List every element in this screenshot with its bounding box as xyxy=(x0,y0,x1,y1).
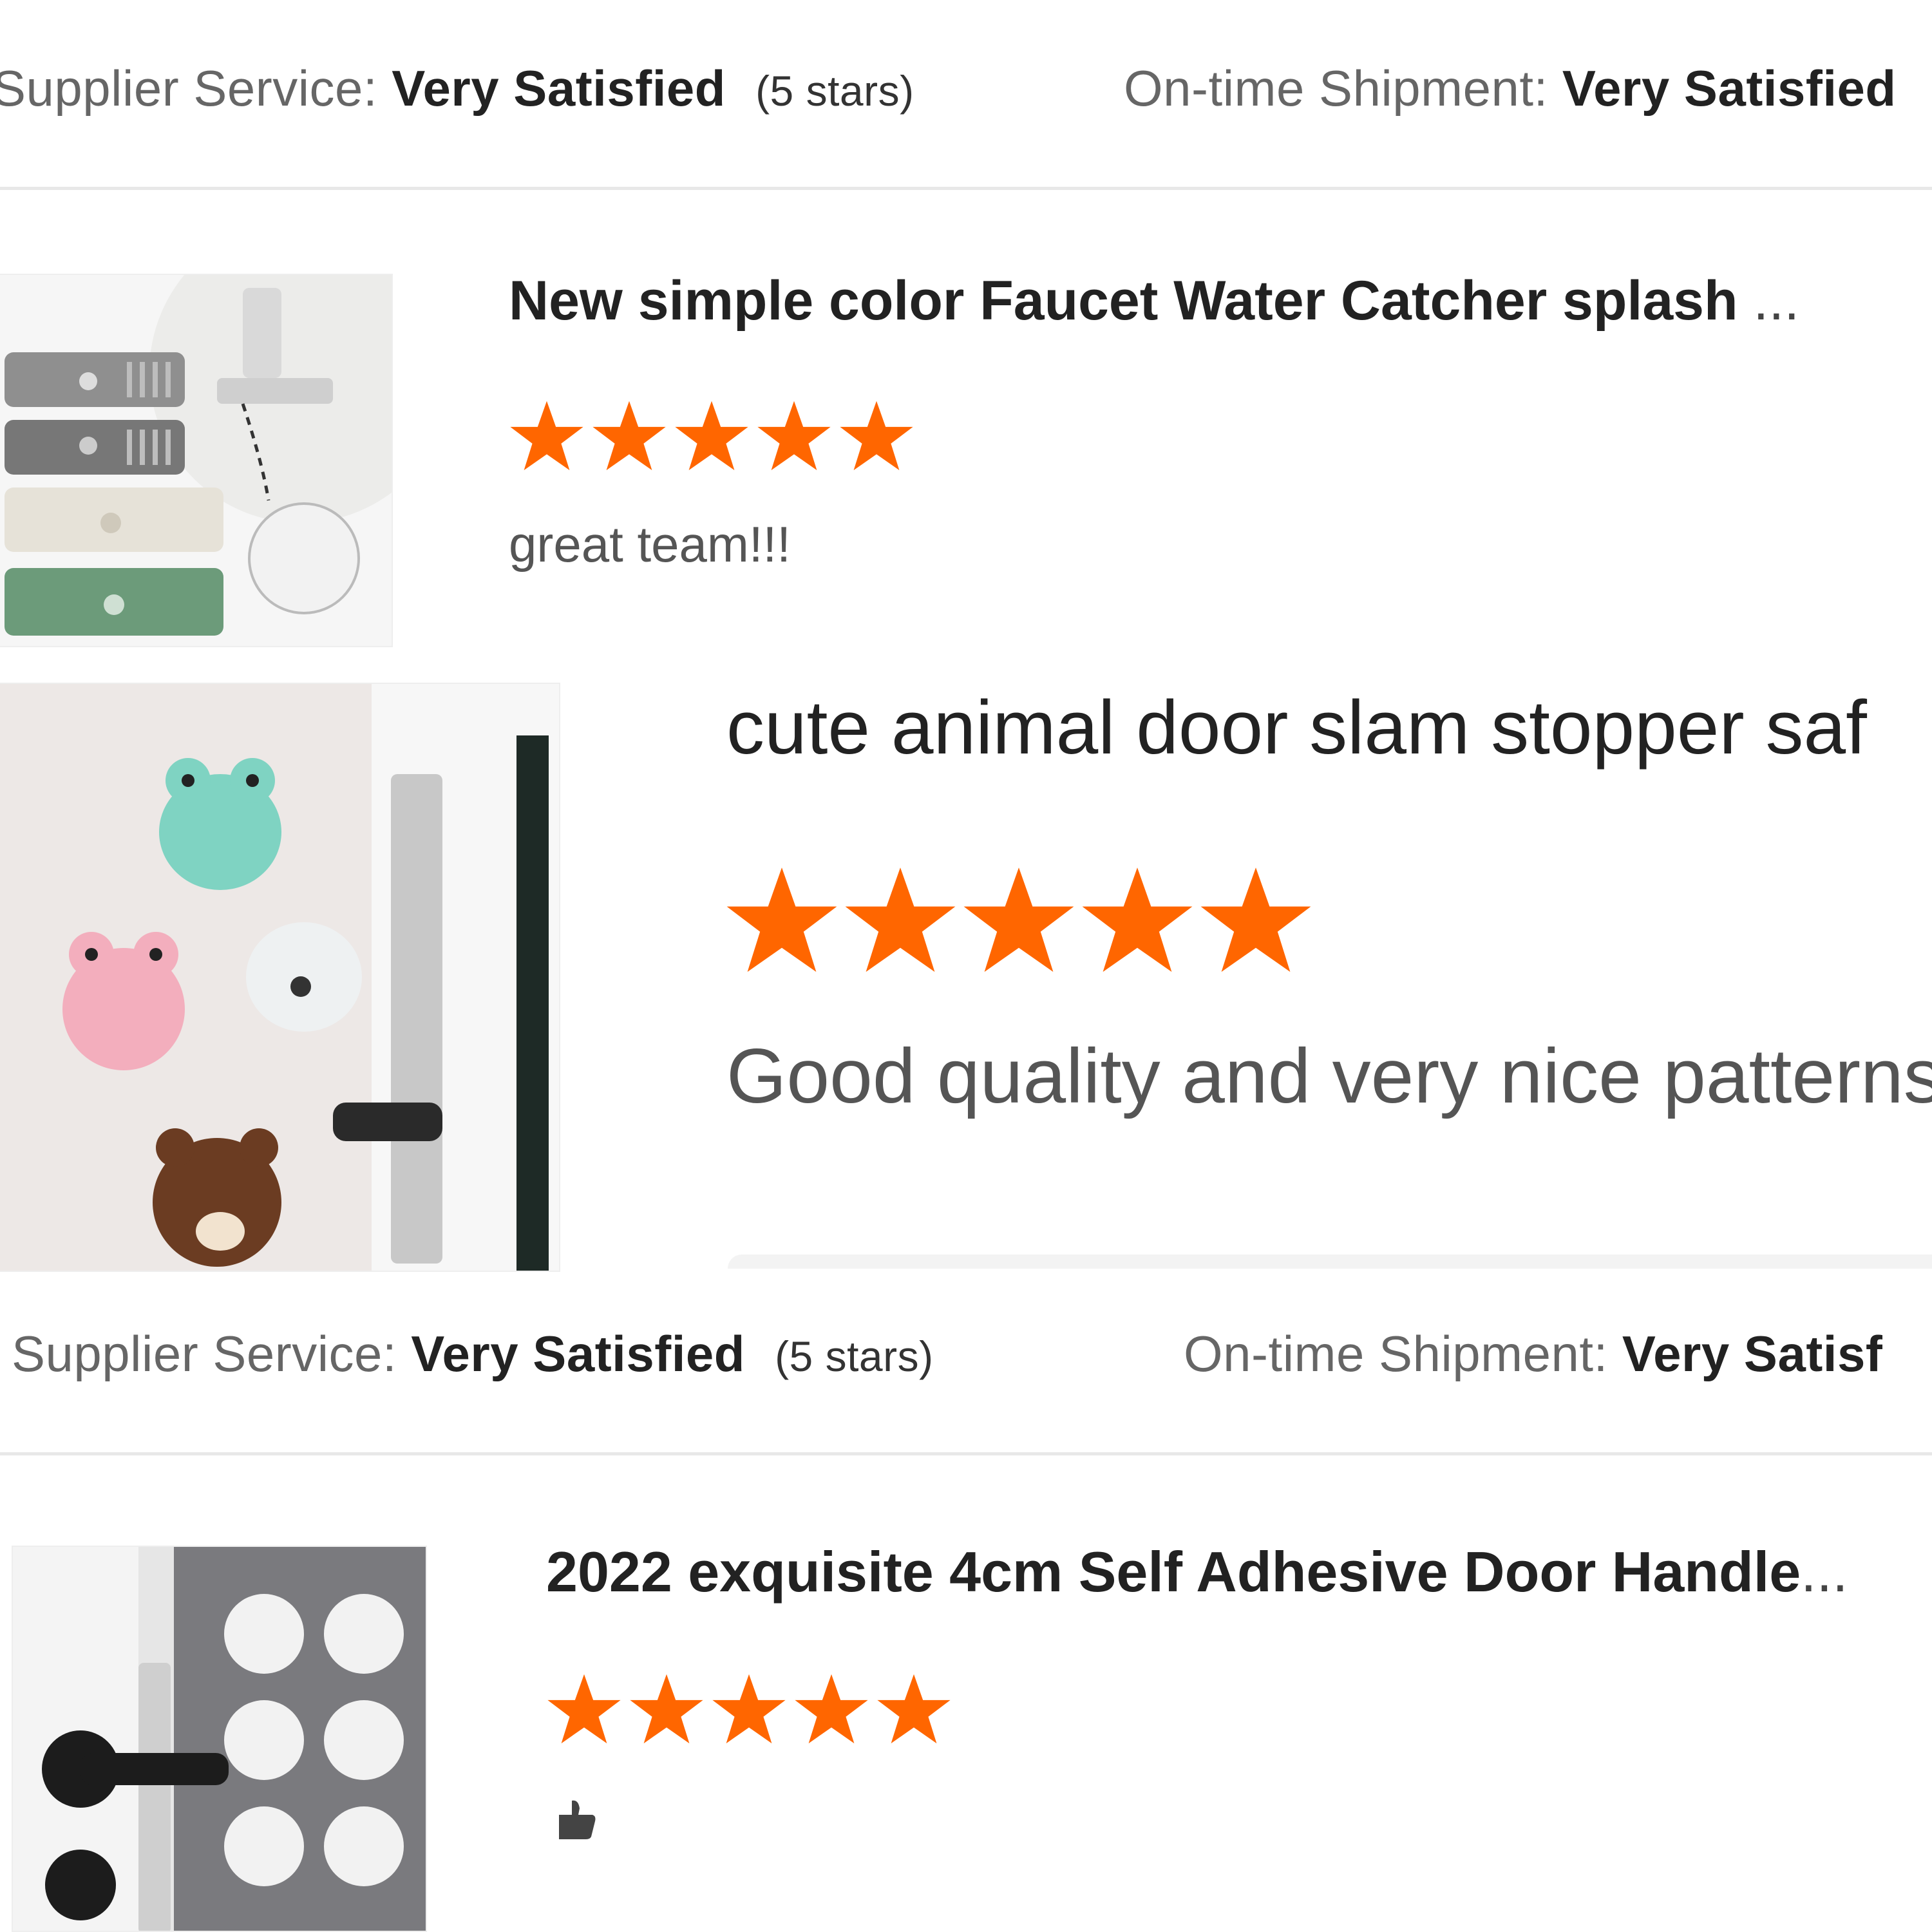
review-stars-3 xyxy=(546,1671,958,1747)
star-icon xyxy=(546,1671,622,1747)
supplier-service-label: Supplier Service: xyxy=(12,1325,397,1382)
shipment-rating-row: On-time Shipment: Very Satisf xyxy=(1184,1325,1882,1383)
animal-door-stopper-product-image[interactable] xyxy=(0,683,560,1272)
door-bumper-product-image[interactable] xyxy=(12,1546,427,1932)
supplier-service-stars-note: (5 stars) xyxy=(775,1332,934,1380)
star-icon xyxy=(674,398,750,474)
star-icon xyxy=(629,1671,705,1747)
star-icon xyxy=(961,863,1076,978)
star-icon xyxy=(793,1671,869,1747)
review-title-3[interactable]: 2022 exquisite 4cm Self Adhesive Door Ha… xyxy=(546,1539,1848,1605)
supplier-rating-row: Supplier Service: Very Satisfied (5 star… xyxy=(12,1325,934,1383)
supplier-service-stars-note: (5 stars) xyxy=(755,67,914,115)
review-stars-2 xyxy=(724,863,1317,978)
shipment-value: Very Satisfied xyxy=(1562,60,1897,117)
review-title-1[interactable]: New simple color Faucet Water Catcher sp… xyxy=(509,269,1799,333)
shipment-value: Very Satisf xyxy=(1622,1325,1883,1382)
review-footer-bar xyxy=(728,1255,1932,1269)
supplier-rating-row: Supplier Service: Very Satisfied (5 star… xyxy=(0,59,914,118)
supplier-service-label: Supplier Service: xyxy=(0,60,378,117)
star-icon xyxy=(591,398,667,474)
faucet-mat-product-image[interactable] xyxy=(0,274,393,647)
star-icon xyxy=(711,1671,787,1747)
star-icon xyxy=(756,398,832,474)
supplier-service-value: Very Satisfied xyxy=(411,1325,745,1382)
thumbs-up-icon xyxy=(553,1795,599,1845)
star-icon xyxy=(843,863,958,978)
star-icon xyxy=(1080,863,1195,978)
review-title-2[interactable]: cute animal door slam stopper saf xyxy=(726,684,1867,772)
divider xyxy=(0,1452,1932,1455)
shipment-label: On-time Shipment: xyxy=(1124,60,1548,117)
review-stars-1 xyxy=(509,398,921,474)
star-icon xyxy=(509,398,585,474)
star-icon xyxy=(838,398,914,474)
divider xyxy=(0,187,1932,190)
shipment-rating-row: On-time Shipment: Very Satisfied xyxy=(1124,59,1897,118)
star-icon xyxy=(724,863,839,978)
supplier-service-value: Very Satisfied xyxy=(392,60,726,117)
star-icon xyxy=(1198,863,1313,978)
review-comment-2: Good quality and very nice patterns xyxy=(726,1033,1932,1119)
shipment-label: On-time Shipment: xyxy=(1184,1325,1608,1382)
star-icon xyxy=(876,1671,952,1747)
review-comment-1: great team!!! xyxy=(509,516,791,573)
